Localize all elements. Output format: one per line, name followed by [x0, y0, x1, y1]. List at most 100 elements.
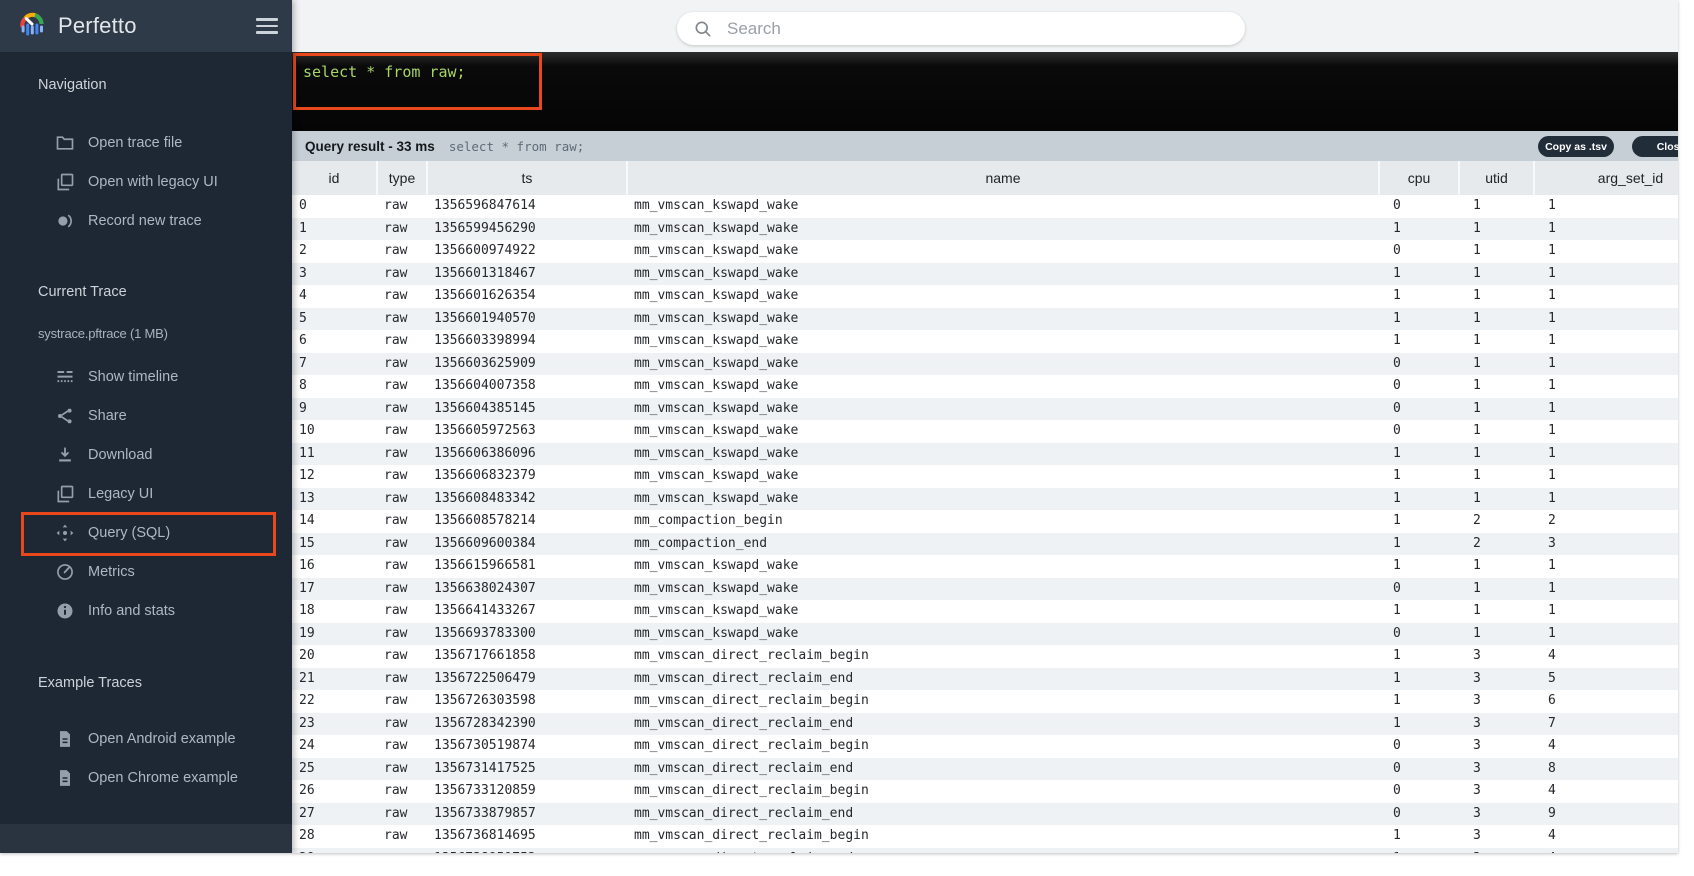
column-header-type[interactable]: type — [376, 161, 427, 195]
sidebar-item-metrics[interactable]: Metrics — [0, 552, 292, 591]
table-row[interactable]: 19 raw 1356693783300 mm_vmscan_kswapd_wake 0… — [292, 622, 1678, 645]
cell-name: mm_vmscan_kswapd_wake — [634, 625, 799, 641]
table-row[interactable]: 0 raw 1356596847614 mm_vmscan_kswapd_wake 0 1… — [292, 195, 1678, 218]
search-bar[interactable] — [677, 12, 1245, 45]
cell-cpu: 1 — [1393, 693, 1401, 708]
cell-cpu: 1 — [1393, 333, 1401, 348]
cell-ts: 1356601318467 — [434, 265, 536, 281]
table-row[interactable]: 11 raw 1356606386096 mm_vmscan_kswapd_wake 1… — [292, 442, 1678, 465]
cell-arg-set-id: 4 — [1548, 783, 1556, 798]
column-header-utid[interactable]: utid — [1458, 161, 1534, 195]
search-input[interactable] — [725, 17, 1209, 40]
cell-type: raw — [384, 468, 408, 483]
cell-cpu: 0 — [1393, 198, 1401, 213]
table-row[interactable]: 2 raw 1356600974922 mm_vmscan_kswapd_wake 0 1… — [292, 240, 1678, 263]
close-button[interactable]: Close — [1632, 136, 1678, 157]
table-row[interactable]: 13 raw 1356608483342 mm_vmscan_kswapd_wake 1… — [292, 487, 1678, 510]
cell-name: mm_vmscan_kswapd_wake — [634, 580, 799, 596]
sidebar-item-share[interactable]: Share — [0, 396, 292, 435]
menu-icon[interactable] — [254, 10, 280, 42]
cell-utid: 2 — [1473, 513, 1481, 528]
cell-name: mm_vmscan_direct_reclaim_end — [634, 670, 854, 686]
sidebar-item-legacy-ui[interactable]: Legacy UI — [0, 474, 292, 513]
sql-editor[interactable]: select * from raw; — [292, 52, 1678, 131]
cell-type: raw — [384, 310, 408, 326]
table-row[interactable]: 1 raw 1356599456290 mm_vmscan_kswapd_wake 1 1… — [292, 217, 1678, 240]
cell-utid: 1 — [1473, 288, 1481, 303]
table-row[interactable]: 27 raw 1356733879857 mm_vmscan_direct_recla… — [292, 802, 1678, 825]
table-row[interactable]: 28 raw 1356736814695 mm_vmscan_direct_recla… — [292, 825, 1678, 848]
cell-cpu: 0 — [1393, 243, 1401, 258]
cell-cpu: 1 — [1393, 310, 1401, 326]
cell-cpu: 1 — [1393, 670, 1401, 686]
table-row[interactable]: 9 raw 1356604385145 mm_vmscan_kswapd_wake 0 1… — [292, 397, 1678, 420]
column-header-name[interactable]: name — [626, 161, 1379, 195]
cell-arg-set-id: 1 — [1548, 310, 1556, 326]
cell-arg-set-id: 9 — [1548, 805, 1556, 821]
table-row[interactable]: 14 raw 1356608578214 mm_compaction_begin 1 2 2 — [292, 510, 1678, 533]
table-row[interactable]: 23 raw 1356728342390 mm_vmscan_direct_recla… — [292, 712, 1678, 735]
cell-type: raw — [384, 558, 408, 573]
column-header-id[interactable]: id — [292, 161, 377, 195]
cell-cpu: 1 — [1393, 828, 1401, 843]
table-row[interactable]: 12 raw 1356606832379 mm_vmscan_kswapd_wake 1… — [292, 465, 1678, 488]
metrics-icon — [55, 562, 75, 582]
cell-id: 14 — [299, 513, 315, 528]
cell-arg-set-id: 1 — [1548, 580, 1556, 596]
table-row[interactable]: 25 raw 1356731417525 mm_vmscan_direct_recla… — [292, 757, 1678, 780]
table-row[interactable]: 16 raw 1356615966581 mm_vmscan_kswapd_wake 1… — [292, 555, 1678, 578]
sidebar-item-download[interactable]: Download — [0, 435, 292, 474]
cell-cpu: 0 — [1393, 760, 1401, 776]
cell-utid: 2 — [1473, 535, 1481, 551]
cell-id: 19 — [299, 625, 315, 641]
sidebar-item-show-timeline[interactable]: Show timeline — [0, 357, 292, 396]
sidebar-section-example-traces: Example Traces Open Android example Open C… — [0, 673, 292, 797]
info-icon — [55, 601, 75, 621]
table-row[interactable]: 18 raw 1356641433267 mm_vmscan_kswapd_wake 1… — [292, 600, 1678, 623]
sidebar-item-open-chrome-example[interactable]: Open Chrome example — [0, 758, 292, 797]
sidebar: Perfetto Navigation Open trace file Open w… — [0, 0, 292, 853]
cell-ts: 1356603625909 — [434, 355, 536, 371]
download-icon — [55, 445, 75, 465]
cell-name: mm_vmscan_direct_reclaim_begin — [634, 783, 869, 798]
table-row[interactable]: 26 raw 1356733120859 mm_vmscan_direct_recla… — [292, 780, 1678, 803]
table-row[interactable]: 29raw1356738951752mm_vmscan_direct_recla… — [292, 847, 1678, 853]
cell-type: raw — [384, 220, 408, 236]
cell-id: 24 — [299, 738, 315, 753]
sidebar-item-info-and-stats[interactable]: Info and stats — [0, 591, 292, 630]
table-row[interactable]: 4 raw 1356601626354 mm_vmscan_kswapd_wake 1 1… — [292, 285, 1678, 308]
table-row[interactable]: 7 raw 1356603625909 mm_vmscan_kswapd_wake 0 1… — [292, 352, 1678, 375]
cell-id: 7 — [299, 355, 307, 371]
sidebar-section-navigation: Navigation Open trace file Open with legac… — [0, 75, 292, 240]
table-row[interactable]: 17 raw 1356638024307 mm_vmscan_kswapd_wake 0… — [292, 577, 1678, 600]
column-header-arg-set-id[interactable]: arg_set_id — [1533, 161, 1678, 195]
table-row[interactable]: 24 raw 1356730519874 mm_vmscan_direct_recla… — [292, 735, 1678, 758]
sidebar-item-open-android-example[interactable]: Open Android example — [0, 719, 292, 758]
cell-id: 5 — [299, 310, 307, 326]
share-icon — [55, 406, 75, 426]
table-row[interactable]: 20 raw 1356717661858 mm_vmscan_direct_recla… — [292, 645, 1678, 668]
table-row[interactable]: 22 raw 1356726303598 mm_vmscan_direct_recla… — [292, 690, 1678, 713]
sidebar-item-open-with-legacy-ui[interactable]: Open with legacy UI — [0, 162, 292, 201]
table-row[interactable]: 8 raw 1356604007358 mm_vmscan_kswapd_wake 0 1… — [292, 375, 1678, 398]
copy-as-tsv-button[interactable]: Copy as .tsv — [1538, 136, 1614, 157]
cell-ts: 1356601626354 — [434, 288, 536, 303]
table-row[interactable]: 6 raw 1356603398994 mm_vmscan_kswapd_wake 1 1… — [292, 330, 1678, 353]
column-header-cpu[interactable]: cpu — [1378, 161, 1459, 195]
table-row[interactable]: 21 raw 1356722506479 mm_vmscan_direct_recla… — [292, 667, 1678, 690]
sidebar-item-label: Download — [88, 446, 153, 463]
table-row[interactable]: 3 raw 1356601318467 mm_vmscan_kswapd_wake 1 1… — [292, 262, 1678, 285]
table-row[interactable]: 15 raw 1356609600384 mm_compaction_end 1 2 3 — [292, 532, 1678, 555]
cell-id: 6 — [299, 333, 307, 348]
sidebar-item-query-sql[interactable]: Query (SQL) — [0, 513, 292, 552]
column-header-ts[interactable]: ts — [426, 161, 627, 195]
cell-arg-set-id: 1 — [1548, 468, 1556, 483]
cell-name: mm_compaction_end — [634, 535, 768, 551]
table-row[interactable]: 10 raw 1356605972563 mm_vmscan_kswapd_wake 0… — [292, 420, 1678, 443]
sidebar-item-label: Open Android example — [88, 730, 236, 747]
cell-utid: 1 — [1473, 198, 1481, 213]
sidebar-item-open-trace-file[interactable]: Open trace file — [0, 123, 292, 162]
cell-arg-set-id: 4 — [1548, 828, 1556, 843]
table-row[interactable]: 5 raw 1356601940570 mm_vmscan_kswapd_wake 1 1… — [292, 307, 1678, 330]
sidebar-item-record-new-trace[interactable]: Record new trace — [0, 201, 292, 240]
